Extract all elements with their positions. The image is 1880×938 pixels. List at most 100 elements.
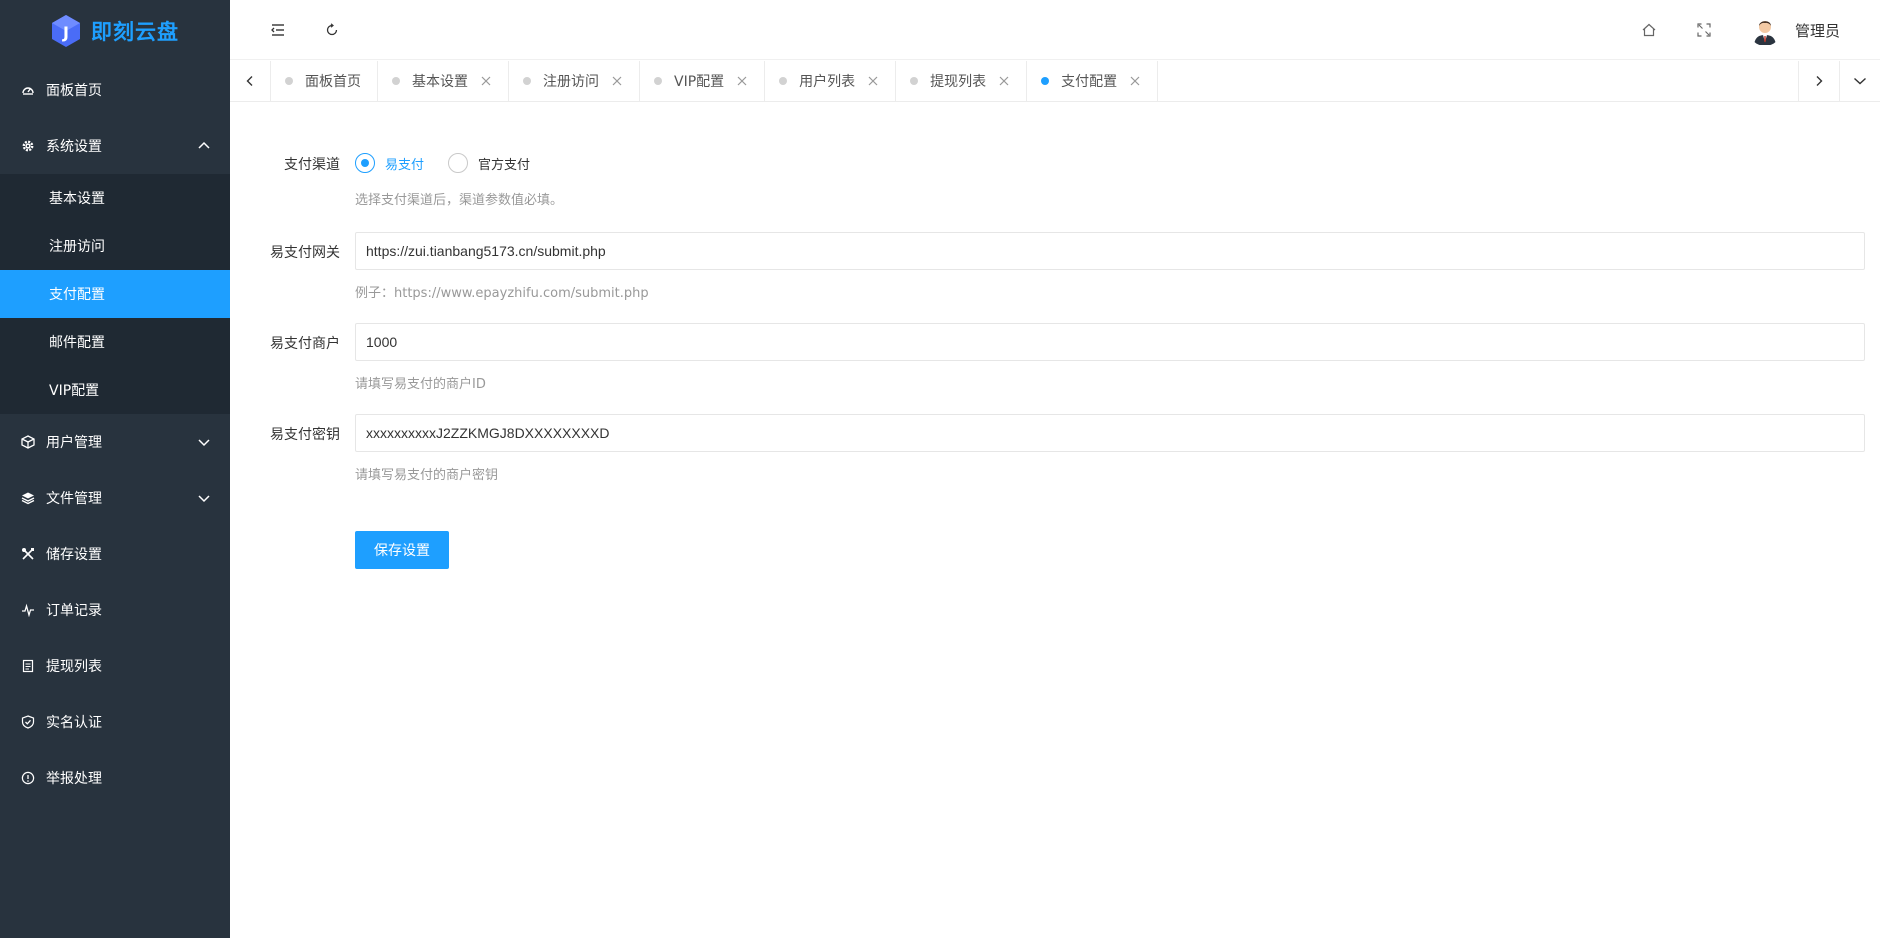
logo[interactable]: J 即刻云盘 <box>0 0 230 62</box>
tab-dot <box>654 77 662 85</box>
chevron-down-icon <box>1854 77 1866 85</box>
fullscreen-icon <box>1697 23 1711 37</box>
sidebar-item-order-records[interactable]: 订单记录 <box>0 582 230 638</box>
fullscreen-button[interactable] <box>1688 14 1720 46</box>
username: 管理员 <box>1794 21 1840 40</box>
sidebar-item-label: 储存设置 <box>46 547 102 563</box>
merchant-id-input[interactable] <box>355 323 1865 361</box>
top-header: 管理员 <box>230 0 1880 60</box>
menu-fold-icon <box>271 24 284 36</box>
radio-epay[interactable]: 易支付 <box>355 153 424 173</box>
chevron-down-icon <box>196 434 212 450</box>
tab-label: VIP配置 <box>674 74 725 90</box>
sidebar-item-real-name[interactable]: 实名认证 <box>0 694 230 750</box>
sidebar-item-label: 实名认证 <box>46 715 102 731</box>
tab-label: 注册访问 <box>543 74 599 90</box>
sidebar-item-system-settings[interactable]: 系统设置 <box>0 118 230 174</box>
tab-dot <box>523 77 531 85</box>
sidebar-item-vip-config[interactable]: VIP配置 <box>0 366 230 414</box>
sidebar-item-user-management[interactable]: 用户管理 <box>0 414 230 470</box>
gear-icon <box>20 138 36 154</box>
tools-icon <box>20 546 36 562</box>
tabs-scroll-right-button[interactable] <box>1798 61 1839 101</box>
sidebar-item-label: 系统设置 <box>46 139 102 155</box>
radio-label: 易支付 <box>385 157 425 173</box>
chevron-up-icon <box>196 138 212 154</box>
tab-list: 面板首页 基本设置 注册访问 VIP配置 用户列表 提现列表 支付配置 <box>271 61 1798 101</box>
user-menu[interactable]: 管理员 <box>1748 12 1840 48</box>
sidebar-item-label: 订单记录 <box>46 603 102 619</box>
radio-circle <box>448 153 469 173</box>
tab-vip-config[interactable]: VIP配置 <box>640 61 766 101</box>
close-icon[interactable] <box>867 75 879 87</box>
tab-withdraw-list[interactable]: 提现列表 <box>896 61 1028 101</box>
tabs-scroll-left-button[interactable] <box>230 61 271 101</box>
sidebar-item-register-access[interactable]: 注册访问 <box>0 222 230 270</box>
sidebar-item-storage-settings[interactable]: 储存设置 <box>0 526 230 582</box>
payment-config-form: 支付渠道 易支付 官方支付 选择支付渠道后，渠道参数值必填。 易支付网关 例子：… <box>230 102 1880 938</box>
radio-label: 官方支付 <box>478 157 531 173</box>
tab-dot <box>285 77 293 85</box>
tab-register-access[interactable]: 注册访问 <box>509 61 640 101</box>
tab-label: 支付配置 <box>1061 74 1118 90</box>
avatar <box>1748 14 1781 46</box>
svg-text:J: J <box>62 23 69 42</box>
dashboard-icon <box>20 82 36 98</box>
tab-label: 面板首页 <box>305 74 361 90</box>
close-icon[interactable] <box>480 75 492 87</box>
radio-official-pay[interactable]: 官方支付 <box>448 153 530 173</box>
chevron-down-icon <box>196 490 212 506</box>
sidebar-menu: 面板首页 系统设置 基本设置 注册访问 支付配置 邮件配置 VIP配置 用户管理 <box>0 62 230 806</box>
field-hint: 例子：https://www.epayzhifu.com/submit.php <box>355 286 649 301</box>
refresh-icon <box>326 23 338 36</box>
home-icon <box>1642 23 1656 37</box>
tabs-dropdown-button[interactable] <box>1839 61 1880 101</box>
save-settings-button[interactable]: 保存设置 <box>355 531 449 569</box>
refresh-button[interactable] <box>316 14 348 46</box>
field-hint: 选择支付渠道后，渠道参数值必填。 <box>355 193 564 208</box>
close-icon[interactable] <box>611 75 623 87</box>
tab-label: 用户列表 <box>799 74 856 90</box>
chevron-right-icon <box>1816 76 1823 86</box>
tab-basic-settings[interactable]: 基本设置 <box>378 61 509 101</box>
field-hint: 请填写易支付的商户ID <box>355 377 486 392</box>
document-icon <box>20 658 36 674</box>
radio-circle <box>355 153 375 173</box>
logo-text: 即刻云盘 <box>91 20 179 44</box>
sidebar-item-mail-config[interactable]: 邮件配置 <box>0 318 230 366</box>
chevron-left-icon <box>246 76 253 86</box>
submenu-system-settings: 基本设置 注册访问 支付配置 邮件配置 VIP配置 <box>0 174 230 414</box>
close-icon[interactable] <box>998 75 1010 87</box>
tab-dashboard[interactable]: 面板首页 <box>271 61 378 101</box>
tab-label: 提现列表 <box>930 74 987 90</box>
collapse-sidebar-button[interactable] <box>262 14 294 46</box>
field-label: 易支付网关 <box>270 245 340 261</box>
layers-icon <box>20 490 36 506</box>
sidebar-item-withdraw-list[interactable]: 提现列表 <box>0 638 230 694</box>
tab-user-list[interactable]: 用户列表 <box>765 61 897 101</box>
tab-bar: 面板首页 基本设置 注册访问 VIP配置 用户列表 提现列表 支付配置 <box>230 61 1880 102</box>
channel-radio-group: 易支付 官方支付 <box>355 152 554 174</box>
secret-key-input[interactable] <box>355 414 1865 452</box>
sidebar-item-file-management[interactable]: 文件管理 <box>0 470 230 526</box>
sidebar-item-label: 举报处理 <box>46 771 102 787</box>
sidebar-item-label: 提现列表 <box>46 659 102 675</box>
pulse-icon <box>20 602 36 618</box>
sidebar-item-label: 文件管理 <box>46 491 102 507</box>
field-hint: 请填写易支付的商户密钥 <box>355 468 499 483</box>
close-icon[interactable] <box>736 75 748 87</box>
sidebar: J 即刻云盘 面板首页 系统设置 基本设置 注册访问 支付配置 邮件配置 VIP <box>0 0 230 938</box>
close-icon[interactable] <box>1129 75 1141 87</box>
sidebar-item-report-handling[interactable]: 举报处理 <box>0 750 230 806</box>
tab-dot <box>1041 77 1050 85</box>
field-label: 易支付密钥 <box>270 427 340 443</box>
sidebar-item-basic-settings[interactable]: 基本设置 <box>0 174 230 222</box>
sidebar-item-payment-config[interactable]: 支付配置 <box>0 270 230 318</box>
gateway-input[interactable] <box>355 232 1865 270</box>
tab-dot <box>392 77 400 85</box>
home-button[interactable] <box>1633 14 1665 46</box>
sidebar-item-dashboard[interactable]: 面板首页 <box>0 62 230 118</box>
tab-payment-config[interactable]: 支付配置 <box>1027 61 1159 101</box>
cube-icon <box>20 434 36 450</box>
info-icon <box>20 770 36 786</box>
